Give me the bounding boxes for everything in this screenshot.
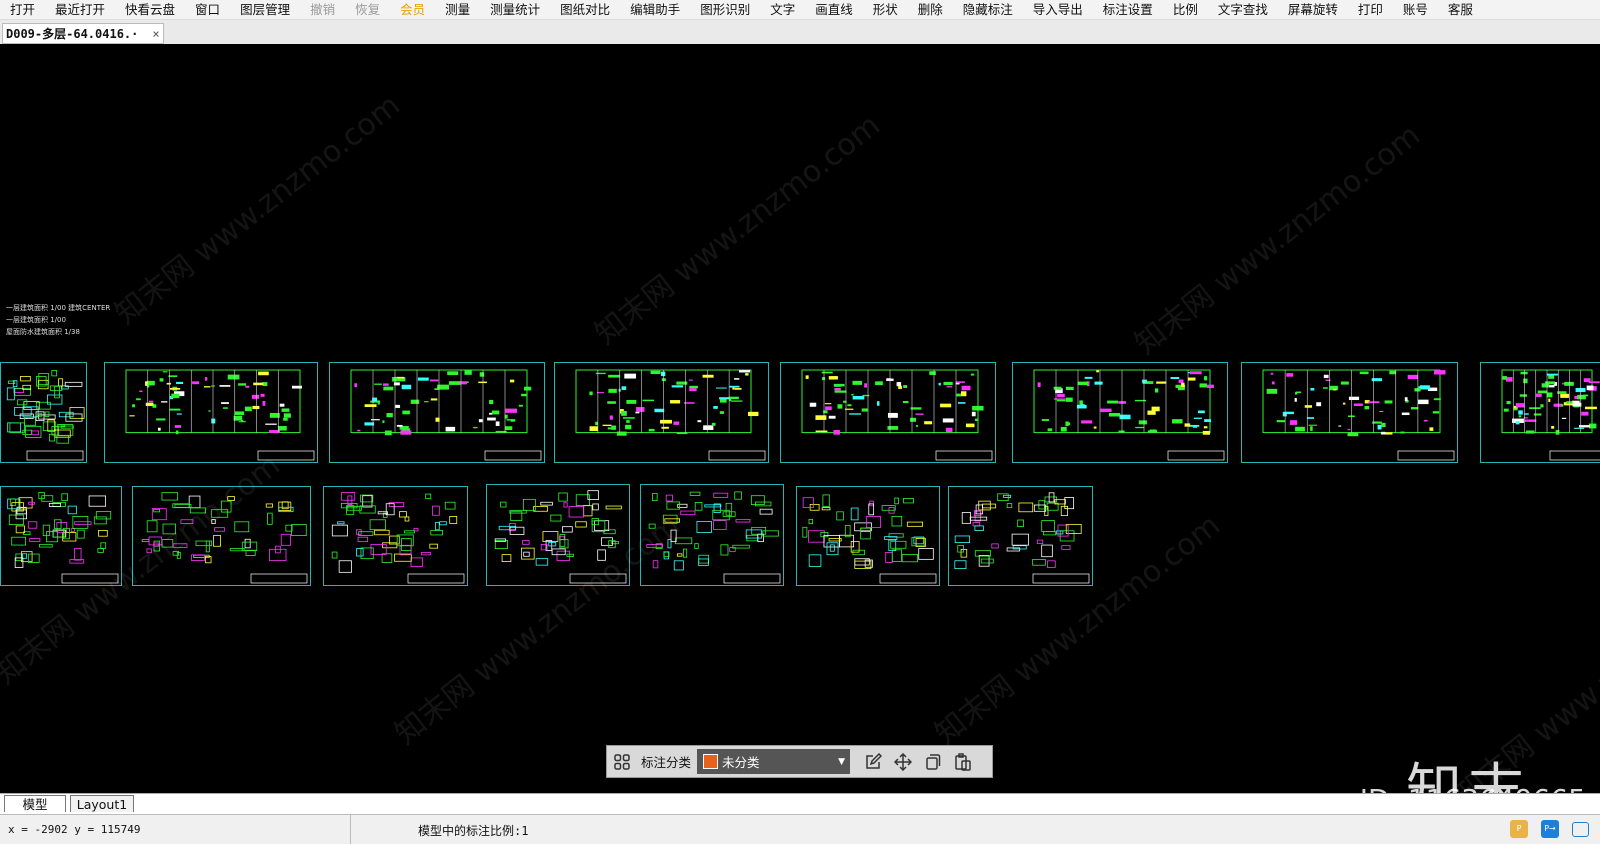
document-tab[interactable]: D009-多层-64.0416.· ×	[2, 23, 164, 44]
menu-item[interactable]: 快看云盘	[115, 0, 185, 19]
menu-item[interactable]: 画直线	[805, 0, 863, 19]
drawing-sheet[interactable]	[948, 486, 1093, 586]
status-bar: x = -2902 y = 115749 模型中的标注比例:1 P P→	[0, 814, 1600, 844]
menu-item[interactable]: 隐藏标注	[953, 0, 1023, 19]
drawing-sheet[interactable]	[1012, 362, 1228, 463]
menu-item[interactable]: 账号	[1393, 0, 1438, 19]
drawing-sheet[interactable]	[1480, 362, 1600, 463]
category-value: 未分类	[722, 755, 760, 770]
watermark-text: 知末网 www.znzmo.com	[1128, 117, 1427, 362]
menu-item[interactable]: 图形识别	[690, 0, 760, 19]
tab-model[interactable]: 模型	[4, 795, 66, 812]
layout-tab-bar: 模型 Layout1	[0, 793, 1600, 814]
menu-item[interactable]: 图纸对比	[550, 0, 620, 19]
drawing-sheet[interactable]	[132, 486, 311, 586]
tab-layout1[interactable]: Layout1	[70, 795, 134, 812]
close-icon[interactable]: ×	[149, 27, 163, 41]
menu-item[interactable]: 文字	[760, 0, 805, 19]
drawing-sheet[interactable]	[640, 484, 784, 586]
legend-note: 一层建筑面积 1/00	[6, 316, 66, 324]
document-tab-bar: D009-多层-64.0416.· × ▼	[0, 20, 1600, 58]
status-divider	[350, 815, 351, 844]
category-label: 标注分类	[641, 755, 692, 770]
menu-item[interactable]: 图层管理	[230, 0, 300, 19]
cursor-coordinates: x = -2902 y = 115749	[8, 823, 141, 836]
menu-item[interactable]: 文字查找	[1208, 0, 1278, 19]
menu-item[interactable]: 窗口	[185, 0, 230, 19]
drawing-sheet[interactable]	[796, 486, 940, 586]
drawing-canvas[interactable]: 一层建筑面积 1/00 建筑CENTER 一层建筑面积 1/00 屋面防水建筑面…	[0, 45, 1600, 793]
drawing-sheet[interactable]	[1241, 362, 1458, 463]
drawing-sheet[interactable]	[323, 486, 468, 586]
menu-item[interactable]: 最近打开	[45, 0, 115, 19]
screen-icon[interactable]	[1572, 822, 1589, 837]
menu-item[interactable]: 恢复	[345, 0, 390, 19]
annotation-scale-text: 模型中的标注比例:1	[418, 824, 529, 838]
document-tab-title: D009-多层-64.0416.·	[6, 27, 139, 41]
edit-icon[interactable]	[858, 747, 888, 777]
menu-item[interactable]: 形状	[863, 0, 908, 19]
menu-item[interactable]: 屏幕旋转	[1278, 0, 1348, 19]
drawing-sheet[interactable]	[0, 362, 87, 463]
menu-item[interactable]: 标注设置	[1093, 0, 1163, 19]
watermark-text: 知末网 www.znzmo.com	[588, 107, 887, 352]
menu-bar: 打开 最近打开 快看云盘 窗口 图层管理 撤销 恢复 会员 测量 测量统计 图纸对比 编辑助手 图形识别…	[0, 0, 1600, 20]
move-icon[interactable]	[888, 747, 918, 777]
legend-note: 屋面防水建筑面积 1/38	[6, 328, 80, 336]
category-select[interactable]: 未分类 ▼	[697, 749, 851, 774]
menu-item[interactable]: 测量统计	[480, 0, 550, 19]
drawing-sheet[interactable]	[0, 486, 122, 586]
menu-item[interactable]: 打印	[1348, 0, 1393, 19]
menu-item[interactable]: 会员	[390, 0, 435, 19]
chevron-down-icon: ▼	[838, 756, 846, 767]
menu-item[interactable]: 客服	[1438, 0, 1483, 19]
drawing-sheet[interactable]	[486, 484, 630, 586]
menu-item[interactable]: 比例	[1163, 0, 1208, 19]
menu-item[interactable]: 打开	[0, 0, 45, 19]
drawing-sheet[interactable]	[554, 362, 769, 463]
copy-icon[interactable]	[918, 747, 948, 777]
paste-icon[interactable]	[948, 747, 978, 777]
pdf-icon[interactable]: P	[1510, 820, 1528, 838]
menu-item[interactable]: 撤销	[300, 0, 345, 19]
drawing-sheet[interactable]	[780, 362, 996, 463]
menu-item[interactable]: 删除	[908, 0, 953, 19]
legend-notes: 一层建筑面积 1/00 建筑CENTER 一层建筑面积 1/00 屋面防水建筑面…	[6, 302, 110, 338]
menu-item[interactable]: 编辑助手	[620, 0, 690, 19]
drawing-sheet[interactable]	[104, 362, 318, 463]
drawing-sheet[interactable]	[329, 362, 545, 463]
menu-item[interactable]: 测量	[435, 0, 480, 19]
watermark-text: 知末网 www.znzmo.com	[108, 87, 407, 332]
legend-note: 一层建筑面积 1/00 建筑CENTER	[6, 304, 111, 312]
category-color-swatch	[703, 754, 719, 769]
grid-icon[interactable]	[607, 747, 637, 777]
annotation-toolbar: 标注分类 未分类 ▼	[606, 745, 993, 778]
pdf-convert-icon[interactable]: P→	[1541, 820, 1559, 838]
menu-item[interactable]: 导入导出	[1023, 0, 1093, 19]
